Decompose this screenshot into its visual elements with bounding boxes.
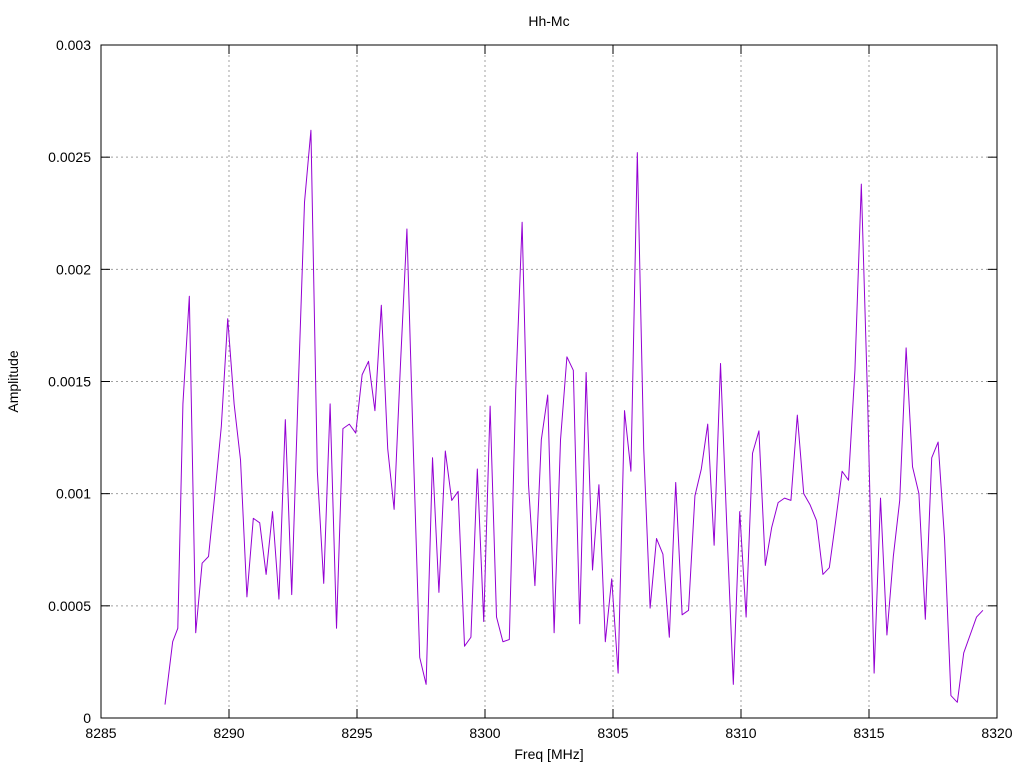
chart-background (0, 0, 1024, 768)
x-tick-label: 8320 (981, 725, 1012, 741)
y-tick-label: 0.003 (56, 37, 91, 53)
x-tick-label: 8300 (469, 725, 500, 741)
y-tick-label: 0.002 (56, 261, 91, 277)
y-axis-title: Amplitude (5, 350, 21, 412)
y-tick-label: 0 (83, 710, 91, 726)
x-tick-label: 8305 (597, 725, 628, 741)
y-tick-label: 0.0005 (48, 598, 91, 614)
x-axis-title: Freq [MHz] (514, 746, 583, 762)
chart-title: Hh-Mc (528, 13, 569, 29)
chart: 8285 8290 8295 8300 8305 8310 8315 8320 0 0.0005 0… (0, 0, 1024, 768)
x-tick-label: 8290 (213, 725, 244, 741)
y-tick-label: 0.0015 (48, 374, 91, 390)
x-tick-label: 8315 (853, 725, 884, 741)
x-tick-label: 8295 (341, 725, 372, 741)
y-tick-label: 0.0025 (48, 149, 91, 165)
x-tick-label: 8285 (85, 725, 116, 741)
y-tick-label: 0.001 (56, 486, 91, 502)
x-tick-label: 8310 (725, 725, 756, 741)
